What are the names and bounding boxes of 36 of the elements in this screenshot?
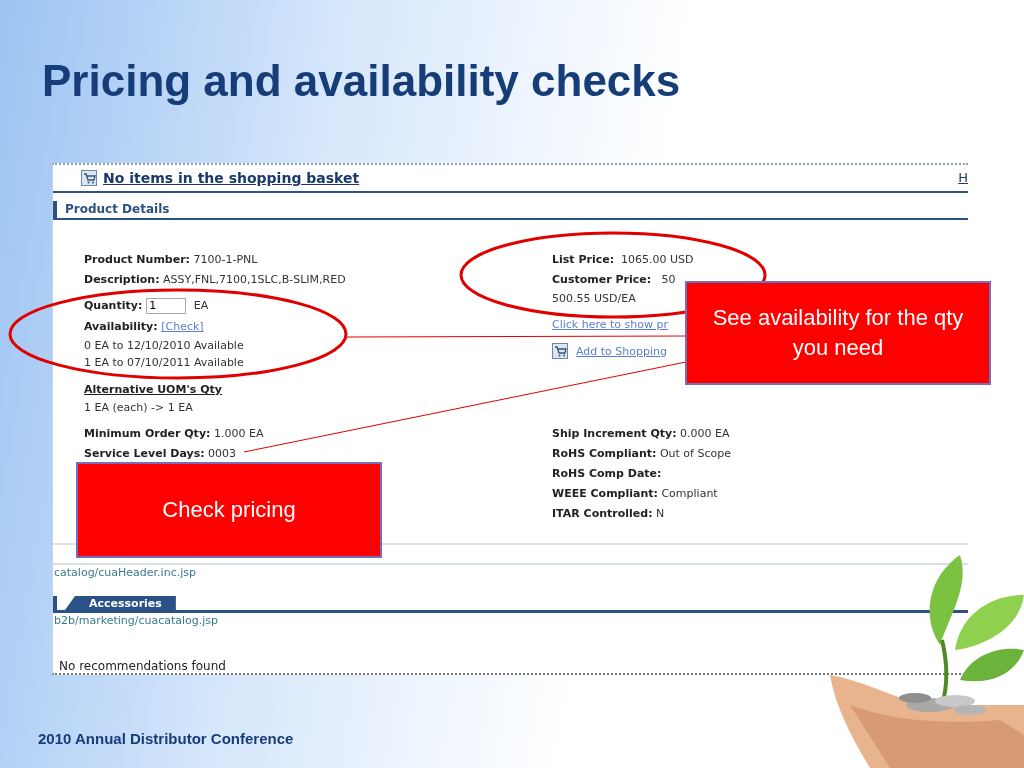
compliance-field: RoHS Compliant: Out of Scope	[552, 444, 731, 465]
unit-price: 500.55 USD/EA	[552, 291, 636, 308]
product-field: Product Number: 7100-1-PNL	[84, 250, 258, 271]
callout: See availability for the qty you need	[685, 281, 991, 385]
uom-heading: Alternative UOM's Qty	[84, 382, 222, 399]
order-field: Service Level Days: 0003	[84, 444, 237, 465]
compliance-field: WEEE Compliant: Compliant	[552, 484, 718, 505]
empty-message: No recommendations found	[59, 659, 227, 673]
file-path: b2b/marketing/cuacatalog.jsp	[54, 613, 220, 629]
show-price-link[interactable]: Click here to show pr	[552, 318, 668, 332]
add-to-basket-link[interactable]: Add to Shopping	[576, 344, 667, 358]
customer-price: Customer Price: 50	[552, 272, 676, 289]
callout: Check pricing	[76, 462, 382, 558]
order-field: Minimum Order Qty: 1.000 EA	[84, 424, 264, 445]
accessories-tab[interactable]: Accessories	[65, 596, 176, 610]
availability-line: 1 EA to 07/10/2011 Available	[84, 355, 244, 372]
unit-label: EA	[192, 299, 209, 313]
basket-link[interactable]: No items in the shopping basket	[103, 169, 360, 186]
slide-title: Pricing and availability checks	[42, 56, 681, 106]
file-path: catalog/cuaHeader.inc.jsp	[54, 565, 197, 581]
cart-icon[interactable]	[552, 343, 568, 360]
availability-line: 0 EA to 12/10/2010 Available	[84, 338, 244, 355]
uom-line: 1 EA (each) -> 1 EA	[84, 400, 193, 417]
quantity-field[interactable]: 1	[146, 297, 187, 314]
product-field: Description: ASSY,FNL,7100,1SLC,B-SLIM,RED	[84, 270, 346, 291]
quantity-label: Quantity:	[84, 299, 143, 313]
compliance-field: ITAR Controlled: N	[552, 504, 665, 525]
compliance-field: Ship Increment Qty: 0.000 EA	[552, 424, 730, 445]
slide-footer: 2010 Annual Distributor Conference	[38, 730, 294, 747]
check-link[interactable]: [Check]	[161, 320, 204, 334]
availability-label: Availability:	[84, 320, 158, 334]
section-header: Product Details	[53, 200, 968, 221]
header-link[interactable]: H	[958, 170, 968, 186]
list-price: List Price: 1065.00 USD	[552, 252, 694, 269]
cart-icon[interactable]	[81, 169, 97, 186]
compliance-field: RoHS Comp Date:	[552, 464, 662, 485]
